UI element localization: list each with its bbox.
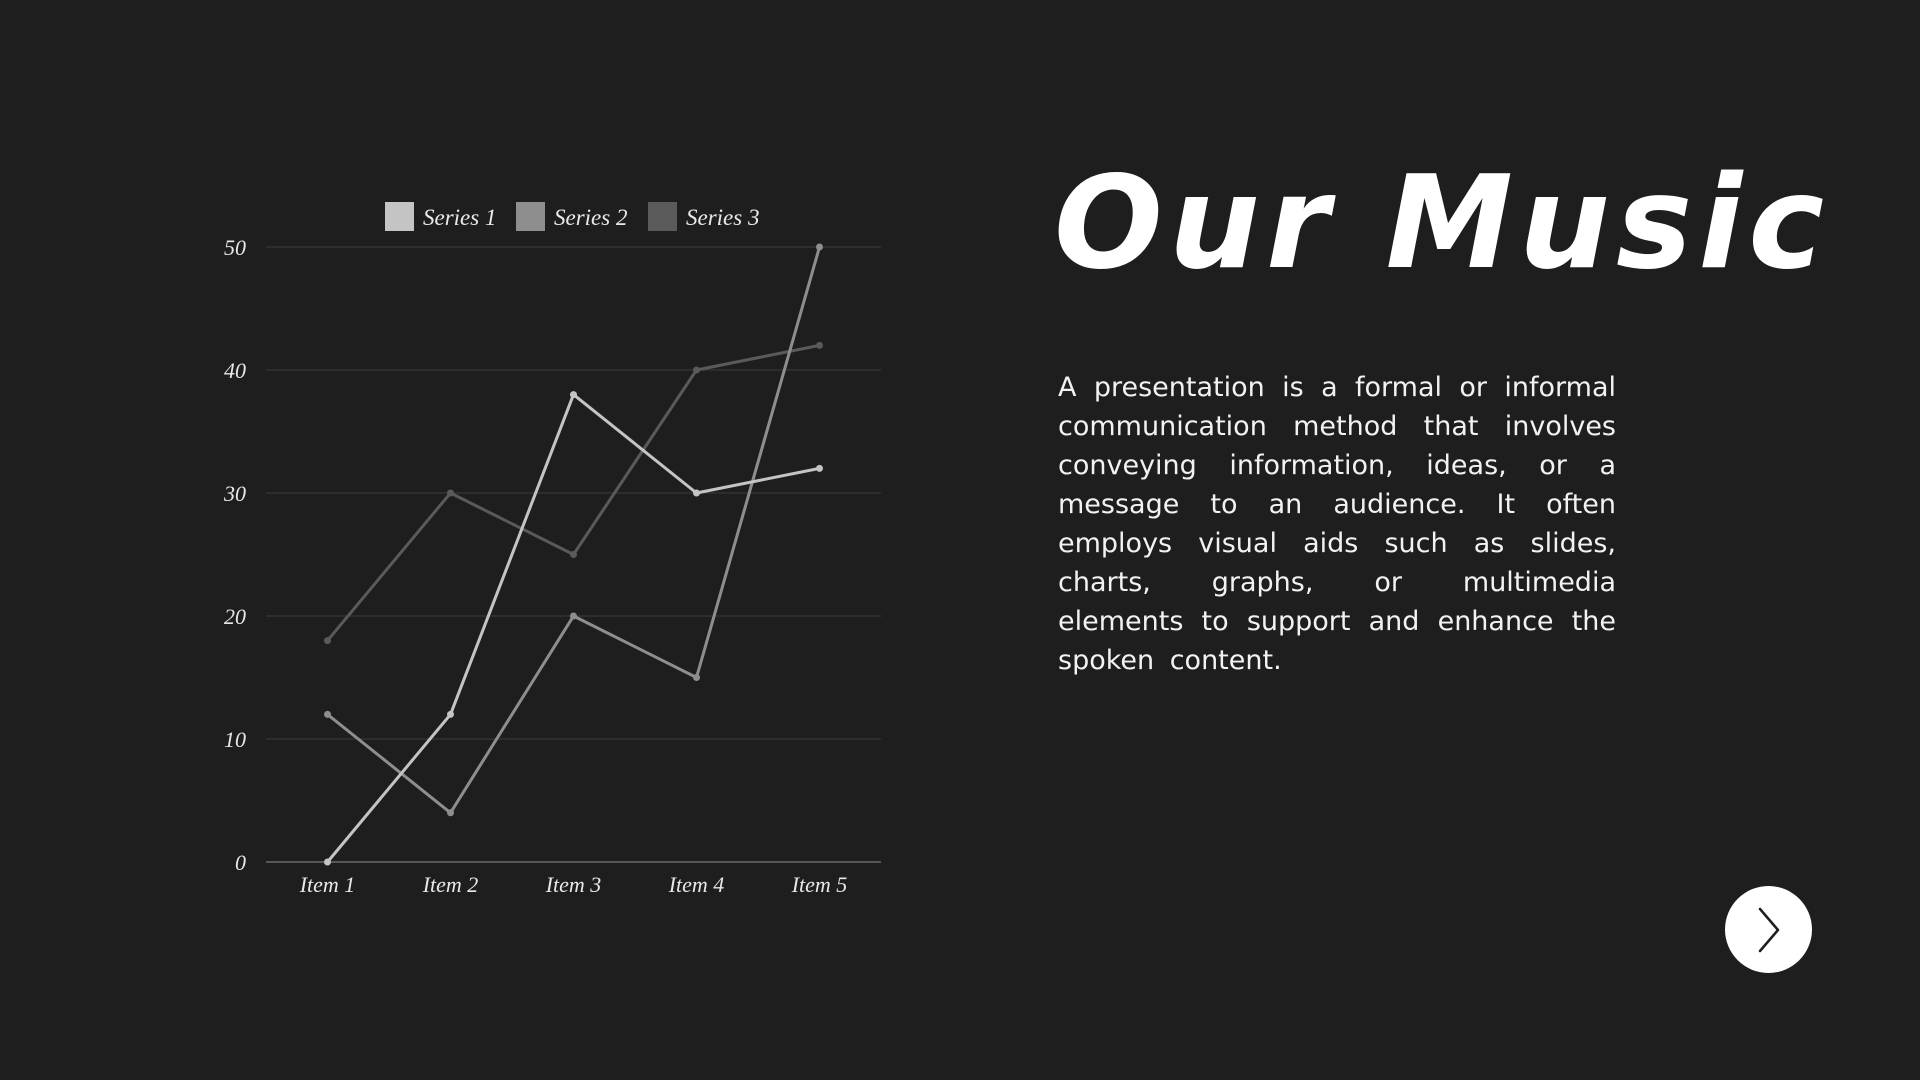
chart-series: [324, 243, 823, 866]
data-point: [570, 551, 577, 558]
y-tick-label: 40: [224, 358, 246, 383]
y-tick-label: 10: [224, 727, 246, 752]
legend-swatch: [385, 202, 414, 231]
y-tick-label: 0: [235, 850, 246, 875]
slide-title: Our Music: [1054, 149, 1831, 298]
data-point: [816, 243, 823, 251]
data-point: [693, 366, 700, 374]
legend-label: Series 2: [554, 205, 627, 230]
chevron-right-icon: [1758, 907, 1779, 952]
data-point: [324, 710, 331, 718]
y-tick-label: 50: [224, 235, 246, 260]
chart-legend: Series 1 Series 2 Series 3: [385, 202, 759, 231]
legend-swatch: [516, 202, 545, 231]
data-point: [570, 391, 577, 399]
x-tick-label: Item 2: [422, 872, 479, 897]
legend-label: Series 1: [423, 205, 496, 230]
x-axis-labels: Item 1 Item 2 Item 3 Item 4 Item 5: [299, 872, 848, 897]
data-point: [570, 612, 577, 620]
data-point: [447, 489, 454, 497]
data-point: [447, 809, 454, 817]
next-slide-button[interactable]: [1725, 886, 1812, 973]
y-tick-label: 30: [223, 481, 246, 506]
legend-swatch: [648, 202, 677, 231]
y-tick-label: 20: [224, 604, 246, 629]
x-tick-label: Item 1: [299, 872, 356, 897]
x-tick-label: Item 3: [545, 872, 602, 897]
data-point: [693, 489, 700, 497]
slide-body-text: A presentation is a formal or informal c…: [1058, 372, 1616, 676]
series-line: [326, 393, 821, 864]
series-line: [326, 245, 821, 815]
x-tick-label: Item 4: [668, 872, 725, 897]
legend-label: Series 3: [686, 205, 759, 230]
data-point: [447, 710, 454, 718]
data-point: [324, 858, 331, 866]
data-point: [324, 637, 331, 645]
x-tick-label: Item 5: [791, 872, 848, 897]
data-point: [693, 674, 700, 681]
data-point: [816, 341, 823, 349]
data-point: [816, 464, 823, 472]
y-axis-labels: 0 10 20 30 40 50: [223, 235, 246, 875]
